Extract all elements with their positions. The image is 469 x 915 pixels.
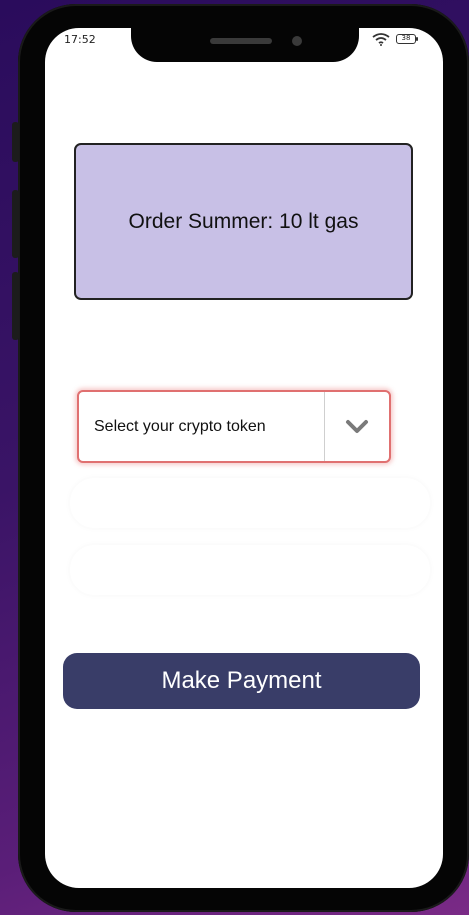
volume-up-button — [12, 190, 19, 258]
battery-level: 38 — [401, 34, 411, 42]
wifi-icon — [372, 33, 390, 46]
phone-notch — [131, 28, 359, 62]
dropdown-option-placeholder — [70, 545, 430, 595]
battery-icon: 38 — [396, 34, 416, 44]
chevron-down-icon — [346, 419, 368, 433]
dropdown-option-placeholder — [70, 478, 430, 528]
crypto-token-select-label[interactable]: Select your crypto token — [79, 392, 324, 461]
status-icons: 38 — [372, 32, 424, 46]
front-camera — [292, 36, 302, 46]
dropdown-toggle[interactable] — [324, 392, 389, 461]
mute-switch — [12, 122, 19, 162]
order-summary-text: Order Summer: 10 lt gas — [128, 209, 359, 233]
crypto-token-select[interactable]: Select your crypto token — [77, 390, 391, 463]
volume-down-button — [12, 272, 19, 340]
order-summary-card: Order Summer: 10 lt gas — [74, 143, 413, 300]
battery-tip — [416, 37, 418, 41]
status-time: 17:52 — [64, 33, 96, 46]
make-payment-button[interactable]: Make Payment — [63, 653, 420, 709]
speaker-grille — [210, 38, 272, 44]
